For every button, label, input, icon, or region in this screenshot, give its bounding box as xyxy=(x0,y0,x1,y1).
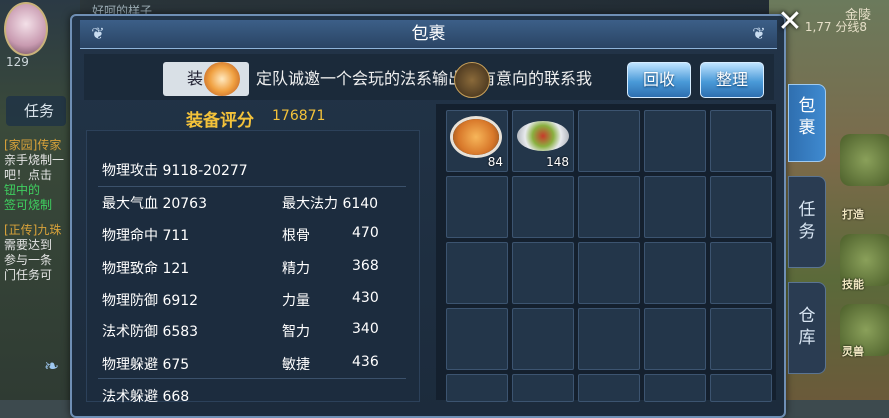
player-avatar[interactable] xyxy=(4,2,48,56)
vtab-char: 裹 xyxy=(798,118,816,138)
stat-attr-value: 368 xyxy=(352,258,379,274)
hud-task-tab[interactable]: 任务 xyxy=(6,96,66,126)
vtab-storage[interactable]: 仓 库 xyxy=(788,282,826,374)
orb-icon xyxy=(454,62,490,98)
vtab-char: 包 xyxy=(798,96,816,116)
bag-slot[interactable] xyxy=(644,176,706,238)
stat-attr-name: 根骨 xyxy=(282,228,310,244)
leaf-ornament-icon: ❧ xyxy=(44,356,60,377)
stat-mdodge: 法术躲避 668 xyxy=(102,389,190,405)
vtab-char: 任 xyxy=(798,200,816,220)
stat-attr-name: 敏捷 xyxy=(282,357,310,373)
bag-slot[interactable] xyxy=(578,374,640,402)
stat-crit: 物理致命 121 xyxy=(102,261,190,277)
pie-food-icon xyxy=(453,119,499,155)
equipment-score-label: 装备评分 xyxy=(186,111,254,131)
close-icon[interactable]: ✕ xyxy=(772,4,808,40)
chat-line: 签可烧制 xyxy=(4,198,53,212)
horn-icon xyxy=(204,62,240,96)
map-coords: 1,77 分线8 xyxy=(804,20,867,34)
vtab-task[interactable]: 任 务 xyxy=(788,176,826,268)
stat-attr-value: 470 xyxy=(352,225,379,241)
chat-line: 需要达到 xyxy=(4,238,53,252)
bag-slot[interactable] xyxy=(512,242,574,304)
broadcast-marquee: 定队诚邀一个会玩的法系输出，有意向的联系我 xyxy=(256,69,593,88)
chat-line: 门任务可 xyxy=(4,268,53,282)
panel-title-bar: ❦ 包裹 ❦ xyxy=(80,20,777,49)
chat-line: 亲手烧制一 xyxy=(4,153,65,167)
chat-line: [正传]九珠 xyxy=(4,223,62,237)
skill-label: 技能 xyxy=(842,278,864,291)
chat-line: 参与一条 xyxy=(4,253,53,267)
bag-grid: 84 148 xyxy=(436,104,776,402)
equipment-score-value: 176871 xyxy=(272,108,326,124)
bag-slot[interactable] xyxy=(644,242,706,304)
bag-slot[interactable] xyxy=(446,374,508,402)
bag-slot[interactable] xyxy=(710,176,772,238)
chat-log[interactable]: [家园]传家 亲手烧制一 吧！点击 钮中的 签可烧制 [正传]九珠 需要达到 参… xyxy=(4,138,76,283)
item-count: 84 xyxy=(487,155,503,169)
divider xyxy=(98,186,406,187)
bag-slot[interactable]: 148 xyxy=(512,110,574,172)
chat-line: [家园]传家 xyxy=(4,138,62,152)
sort-button[interactable]: 整理 xyxy=(700,62,764,98)
bag-slot[interactable]: 84 xyxy=(446,110,508,172)
panel-title: 包裹 xyxy=(411,24,446,44)
bag-slot[interactable] xyxy=(644,308,706,370)
stat-mdef: 法术防御 6583 xyxy=(102,324,199,340)
forge-label: 打造 xyxy=(842,208,864,221)
bag-slot[interactable] xyxy=(578,110,640,172)
stat-pdef: 物理防御 6912 xyxy=(102,293,199,309)
chat-line: 钮中的 xyxy=(4,183,41,197)
stat-hp: 最大气血 20763 xyxy=(102,196,207,212)
bag-slot[interactable] xyxy=(710,308,772,370)
stat-attr-name: 力量 xyxy=(282,293,310,309)
vtab-char: 库 xyxy=(798,328,816,348)
bag-slot[interactable] xyxy=(710,242,772,304)
recycle-button[interactable]: 回收 xyxy=(627,62,691,98)
ornament-icon: ❦ xyxy=(752,24,766,43)
stat-hit: 物理命中 711 xyxy=(102,228,190,244)
stat-attack: 物理攻击 9118-20277 xyxy=(102,163,248,179)
chat-line: 吧！点击 xyxy=(4,168,53,182)
bag-slot[interactable] xyxy=(710,374,772,402)
stat-attr-name: 精力 xyxy=(282,261,310,277)
bag-slot[interactable] xyxy=(578,308,640,370)
bag-slot[interactable] xyxy=(512,308,574,370)
item-count: 148 xyxy=(546,155,569,169)
vtab-char: 务 xyxy=(798,222,816,242)
bag-slot[interactable] xyxy=(578,242,640,304)
stat-dodge: 物理躲避 675 xyxy=(102,357,190,373)
player-level: 129 xyxy=(6,55,29,69)
divider xyxy=(98,378,406,379)
stat-attr-value: 340 xyxy=(352,321,379,337)
plate-food-icon xyxy=(517,121,569,151)
stat-attr-value: 430 xyxy=(352,290,379,306)
stat-mp: 最大法力 6140 xyxy=(282,196,379,212)
bag-slot[interactable] xyxy=(446,176,508,238)
vtab-bag[interactable]: 包 裹 xyxy=(788,84,826,162)
bag-slot[interactable] xyxy=(578,176,640,238)
bag-slot[interactable] xyxy=(644,374,706,402)
bag-slot[interactable] xyxy=(446,242,508,304)
pet-label: 灵兽 xyxy=(842,345,864,358)
bag-slot[interactable] xyxy=(644,110,706,172)
bag-slot[interactable] xyxy=(512,374,574,402)
stat-attr-value: 436 xyxy=(352,354,379,370)
bag-slot[interactable] xyxy=(446,308,508,370)
forge-icon[interactable] xyxy=(840,134,889,186)
stat-attr-name: 智力 xyxy=(282,324,310,340)
bag-slot[interactable] xyxy=(710,110,772,172)
bag-slot[interactable] xyxy=(512,176,574,238)
vtab-char: 仓 xyxy=(798,306,816,326)
